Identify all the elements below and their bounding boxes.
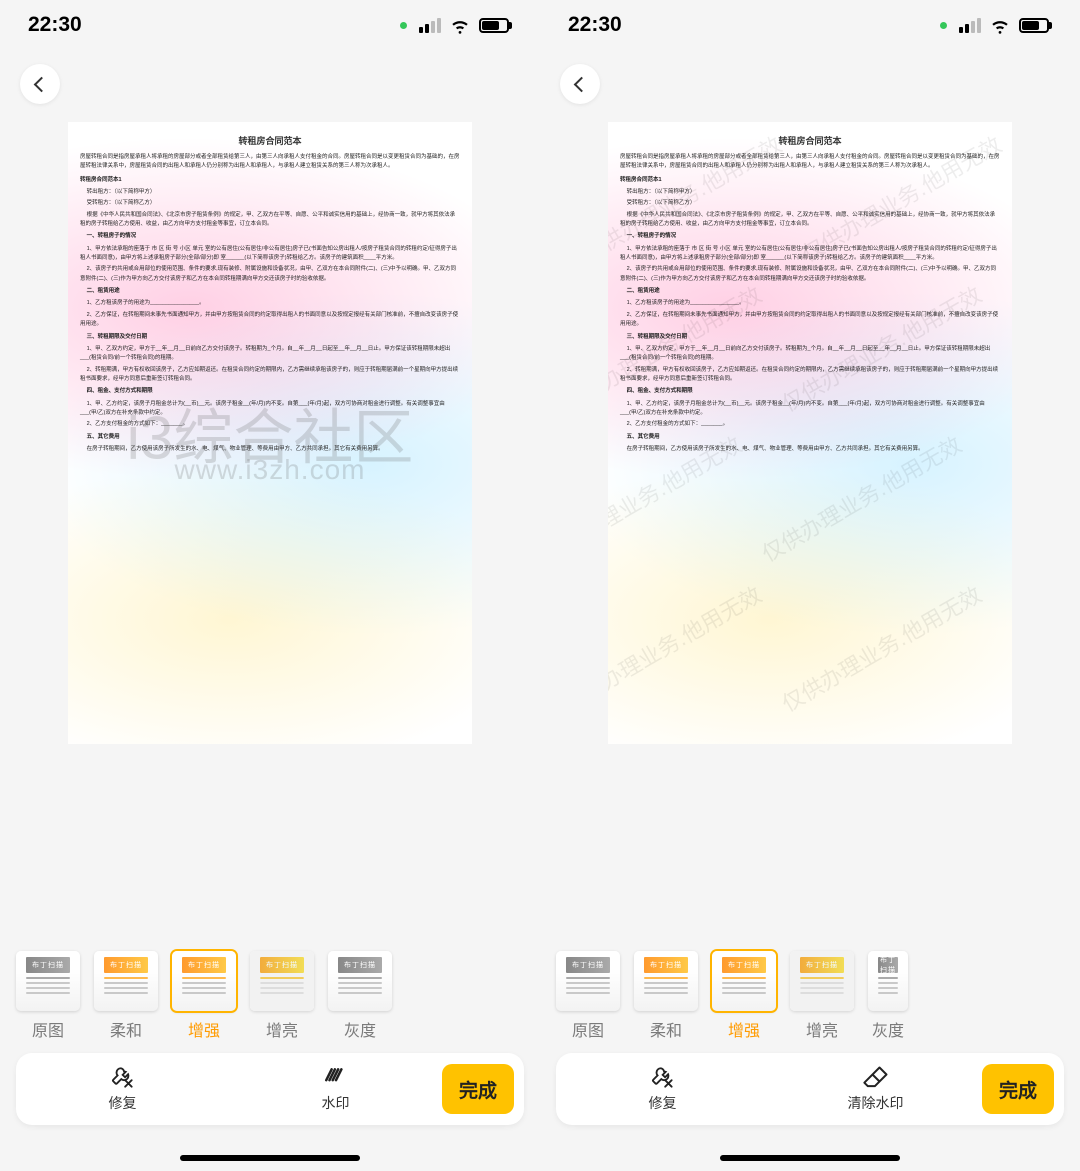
filter-enhance[interactable]: 布丁扫描 增强 [712, 951, 776, 1041]
watermark-button[interactable]: 水印 [229, 1066, 442, 1113]
recording-indicator [940, 22, 947, 29]
filter-label: 原图 [556, 1017, 620, 1041]
header [0, 50, 540, 118]
doc-title: 转租房合同范本 [620, 134, 1000, 147]
done-button[interactable]: 完成 [442, 1064, 514, 1114]
filter-original[interactable]: 布丁扫描 原图 [556, 951, 620, 1041]
battery-icon [479, 18, 512, 33]
repair-button[interactable]: 修复 [16, 1066, 229, 1113]
wifi-icon [449, 14, 471, 36]
eraser-icon [862, 1066, 890, 1090]
watermark-icon [323, 1066, 349, 1090]
center-watermark-sub: www.i3zh.com [175, 454, 366, 486]
filter-soft[interactable]: 布丁扫描 柔和 [634, 951, 698, 1041]
status-time: 22:30 [28, 13, 82, 37]
done-button[interactable]: 完成 [982, 1064, 1054, 1114]
repair-label: 修复 [109, 1093, 137, 1113]
filter-label: 灰度 [868, 1017, 908, 1041]
repair-icon [110, 1066, 136, 1090]
doc-section-red: 转租房合同范本1 [620, 176, 1000, 185]
filter-label: 原图 [16, 1017, 80, 1041]
home-indicator[interactable] [540, 1125, 1080, 1171]
filter-grayscale[interactable]: 布丁扫描 灰度 [328, 951, 392, 1041]
watermark-label: 水印 [322, 1093, 350, 1113]
chevron-left-icon [34, 76, 50, 92]
repair-button[interactable]: 修复 [556, 1066, 769, 1113]
action-bar: 修复 水印 完成 [16, 1053, 524, 1125]
wifi-icon [989, 14, 1011, 36]
filter-label: 柔和 [634, 1017, 698, 1041]
filter-label: 灰度 [328, 1017, 392, 1041]
filter-grayscale[interactable]: 布丁扫描 灰度 [868, 951, 908, 1041]
clear-watermark-label: 清除水印 [848, 1093, 904, 1113]
back-button[interactable] [560, 64, 600, 104]
doc-section-red: 转租房合同范本1 [80, 176, 460, 185]
status-time: 22:30 [568, 13, 622, 37]
signal-icon [419, 18, 441, 33]
filter-row[interactable]: 布丁扫描 原图 布丁扫描 柔和 布丁扫描 增强 布丁扫描 增亮 布丁扫描 灰度 [0, 949, 540, 1043]
filter-label: 增强 [712, 1017, 776, 1041]
battery-icon [1019, 18, 1052, 33]
filter-label: 增强 [172, 1017, 236, 1041]
status-bar: 22:30 [0, 0, 540, 50]
recording-indicator [400, 22, 407, 29]
status-icons [940, 14, 1052, 36]
filter-brighten[interactable]: 布丁扫描 增亮 [790, 951, 854, 1041]
status-icons [400, 14, 512, 36]
doc-intro: 房屋转租合同是指房屋承租人将承租的房屋部分或者全部租赁给第三人，由第三人向承租人… [80, 153, 460, 172]
header [540, 50, 1080, 118]
filter-row[interactable]: 布丁扫描 原图 布丁扫描 柔和 布丁扫描 增强 布丁扫描 增亮 布丁扫描 灰度 [540, 949, 1080, 1043]
clear-watermark-button[interactable]: 清除水印 [769, 1066, 982, 1113]
doc-title: 转租房合同范本 [80, 134, 460, 147]
filter-label: 增亮 [250, 1017, 314, 1041]
filter-brighten[interactable]: 布丁扫描 增亮 [250, 951, 314, 1041]
doc-intro: 房屋转租合同是指房屋承租人将承租的房屋部分或者全部租赁给第三人，由第三人向承租人… [620, 153, 1000, 172]
back-button[interactable] [20, 64, 60, 104]
chevron-left-icon [574, 76, 590, 92]
filter-label: 柔和 [94, 1017, 158, 1041]
repair-icon [650, 1066, 676, 1090]
filter-enhance[interactable]: 布丁扫描 增强 [172, 951, 236, 1041]
signal-icon [959, 18, 981, 33]
action-bar: 修复 清除水印 完成 [556, 1053, 1064, 1125]
document-preview[interactable]: 转租房合同范本 房屋转租合同是指房屋承租人将承租的房屋部分或者全部租赁给第三人，… [68, 122, 472, 744]
filter-original[interactable]: 布丁扫描 原图 [16, 951, 80, 1041]
document-preview[interactable]: 转租房合同范本 房屋转租合同是指房屋承租人将承租的房屋部分或者全部租赁给第三人，… [608, 122, 1012, 744]
repair-label: 修复 [649, 1093, 677, 1113]
status-bar: 22:30 [540, 0, 1080, 50]
filter-soft[interactable]: 布丁扫描 柔和 [94, 951, 158, 1041]
filter-label: 增亮 [790, 1017, 854, 1041]
home-indicator[interactable] [0, 1125, 540, 1171]
